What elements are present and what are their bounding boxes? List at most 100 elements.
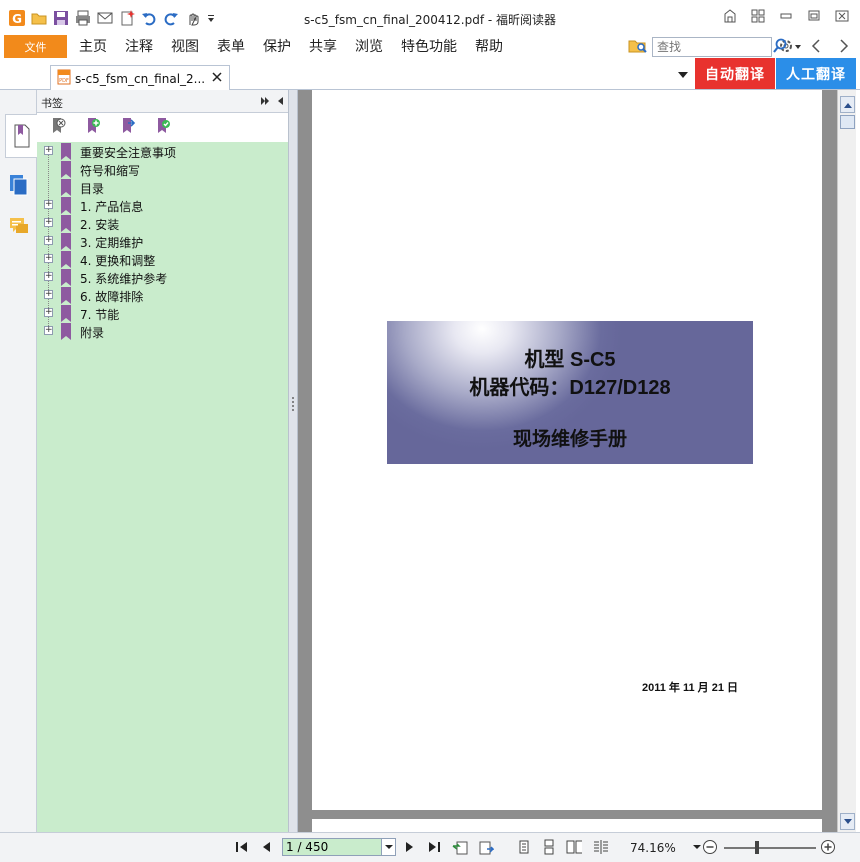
zoom-slider-thumb[interactable] — [755, 841, 759, 854]
menu-comment[interactable]: 注释 — [116, 34, 162, 60]
single-page-icon[interactable] — [516, 839, 532, 855]
previous-page-icon[interactable] — [258, 839, 274, 855]
bookmark-flag-icon — [60, 323, 72, 343]
find-bookmark-icon[interactable] — [154, 117, 172, 138]
pages-panel-button[interactable] — [4, 166, 34, 204]
bookmark-label: 附录 — [80, 326, 105, 340]
bookmark-item[interactable]: 符号和缩写 — [37, 160, 288, 178]
menu-home[interactable]: 主页 — [70, 34, 116, 60]
document-view[interactable]: 机型 S-C5 机器代码：D127/D128 现场维修手册 2011 年 11 … — [298, 90, 837, 832]
bookmark-label: 3. 定期维护 — [80, 236, 144, 250]
facing-pages-icon[interactable] — [566, 839, 582, 855]
comments-panel-button[interactable] — [4, 208, 34, 246]
bookmark-label: 符号和缩写 — [80, 164, 141, 178]
human-translate-button[interactable]: 人工翻译 — [776, 58, 856, 89]
cover-date: 2011 年 11 月 21 日 — [642, 682, 739, 694]
last-page-icon[interactable] — [426, 839, 442, 855]
continuous-facing-icon[interactable] — [592, 839, 608, 855]
previous-view-icon[interactable] — [452, 839, 468, 855]
bookmark-toolbar — [37, 112, 288, 142]
next-page-icon[interactable] — [402, 839, 418, 855]
menu-browse[interactable]: 浏览 — [346, 34, 392, 60]
page-number-input[interactable]: 1 / 450 — [282, 838, 382, 856]
menu-features[interactable]: 特色功能 — [392, 34, 466, 60]
skin-icon[interactable] — [718, 7, 742, 25]
expand-toggle[interactable]: + — [44, 272, 53, 281]
tab-close-icon[interactable] — [211, 71, 223, 86]
expand-toggle[interactable]: + — [44, 218, 53, 227]
bookmark-label: 5. 系统维护参考 — [80, 272, 168, 286]
expand-toggle[interactable]: + — [44, 254, 53, 263]
pdf-page — [312, 819, 822, 832]
bookmark-item[interactable]: + 6. 故障排除 — [37, 286, 288, 304]
bookmark-item[interactable]: + 7. 节能 — [37, 304, 288, 322]
menu-bar: 文件 主页 注释 视图 表单 保护 共享 浏览 特色功能 帮助 — [0, 34, 860, 60]
menu-form[interactable]: 表单 — [208, 34, 254, 60]
menu-share[interactable]: 共享 — [300, 34, 346, 60]
delete-bookmark-icon[interactable] — [49, 117, 67, 138]
page-dropdown-icon[interactable] — [382, 838, 396, 856]
next-view-icon[interactable] — [478, 839, 494, 855]
continuous-page-icon[interactable] — [541, 839, 557, 855]
document-tab[interactable]: PDF s-c5_fsm_cn_final_2... — [50, 65, 230, 91]
panel-splitter[interactable] — [288, 90, 298, 832]
bookmark-label: 1. 产品信息 — [80, 200, 144, 214]
expand-toggle[interactable]: + — [44, 290, 53, 299]
bookmark-item[interactable]: + 附录 — [37, 322, 288, 340]
zoom-in-icon[interactable] — [820, 839, 836, 855]
expand-toggle[interactable]: + — [44, 200, 53, 209]
menu-view[interactable]: 视图 — [162, 34, 208, 60]
pages-icon — [10, 175, 28, 196]
bookmark-item[interactable]: + 2. 安装 — [37, 214, 288, 232]
file-menu-button[interactable]: 文件 — [4, 35, 67, 58]
add-bookmark-icon[interactable] — [84, 117, 102, 138]
bookmark-panel-controls — [260, 95, 284, 109]
title-bar: G s-c5_fsm_cn_final_200412.pdf - 福昕阅读器 — [0, 0, 860, 34]
zoom-slider[interactable] — [724, 847, 816, 849]
close-icon[interactable] — [830, 7, 854, 25]
layout-icon[interactable] — [746, 7, 770, 25]
search-icon[interactable] — [772, 38, 788, 57]
first-page-icon[interactable] — [234, 839, 250, 855]
search-folder-icon[interactable] — [628, 37, 648, 58]
bookmarks-panel-button[interactable] — [5, 114, 38, 158]
collapse-panel-icon[interactable] — [260, 95, 270, 109]
expand-toggle[interactable]: + — [44, 236, 53, 245]
hide-panel-icon[interactable] — [276, 95, 284, 109]
scroll-up-icon[interactable] — [840, 96, 855, 113]
menu-protect[interactable]: 保护 — [254, 34, 300, 60]
bookmark-item[interactable]: + 4. 更换和调整 — [37, 250, 288, 268]
pdf-page: 机型 S-C5 机器代码：D127/D128 现场维修手册 2011 年 11 … — [312, 90, 822, 810]
expand-toggle[interactable]: + — [44, 308, 53, 317]
search-input[interactable] — [652, 37, 772, 57]
bookmark-tree: + 重要安全注意事项 符号和缩写 目录 + 1. 产品信息 + 2. 安装 + … — [37, 142, 288, 832]
bookmark-label: 6. 故障排除 — [80, 290, 144, 304]
bookmark-item[interactable]: + 1. 产品信息 — [37, 196, 288, 214]
expand-toggle[interactable]: + — [44, 146, 53, 155]
vertical-scrollbar[interactable] — [837, 90, 856, 832]
expand-bookmark-icon[interactable] — [119, 117, 137, 138]
nav-back-icon[interactable] — [808, 37, 824, 58]
tab-list-dropdown-icon[interactable] — [677, 69, 689, 84]
zoom-value[interactable]: 74.16% — [630, 841, 676, 855]
scroll-thumb[interactable] — [840, 115, 855, 129]
cover-banner: 机型 S-C5 机器代码：D127/D128 现场维修手册 — [387, 321, 753, 464]
minimize-icon[interactable] — [774, 7, 798, 25]
bookmark-item[interactable]: + 重要安全注意事项 — [37, 142, 288, 160]
bookmark-label: 4. 更换和调整 — [80, 254, 156, 268]
auto-translate-button[interactable]: 自动翻译 — [695, 58, 775, 89]
document-tab-label: s-c5_fsm_cn_final_2... — [75, 71, 206, 86]
expand-toggle[interactable]: + — [44, 326, 53, 335]
bookmark-item[interactable]: + 3. 定期维护 — [37, 232, 288, 250]
bookmark-page-icon — [14, 124, 30, 148]
cover-machine-code: 机器代码：D127/D128 — [469, 377, 671, 399]
bookmark-item[interactable]: 目录 — [37, 178, 288, 196]
scroll-down-icon[interactable] — [840, 813, 855, 830]
nav-forward-icon[interactable] — [836, 37, 852, 58]
search-area — [628, 35, 852, 59]
bookmark-item[interactable]: + 5. 系统维护参考 — [37, 268, 288, 286]
zoom-out-icon[interactable] — [702, 839, 718, 855]
restore-icon[interactable] — [802, 7, 826, 25]
menu-help[interactable]: 帮助 — [466, 34, 512, 60]
bookmark-label: 2. 安装 — [80, 218, 120, 232]
